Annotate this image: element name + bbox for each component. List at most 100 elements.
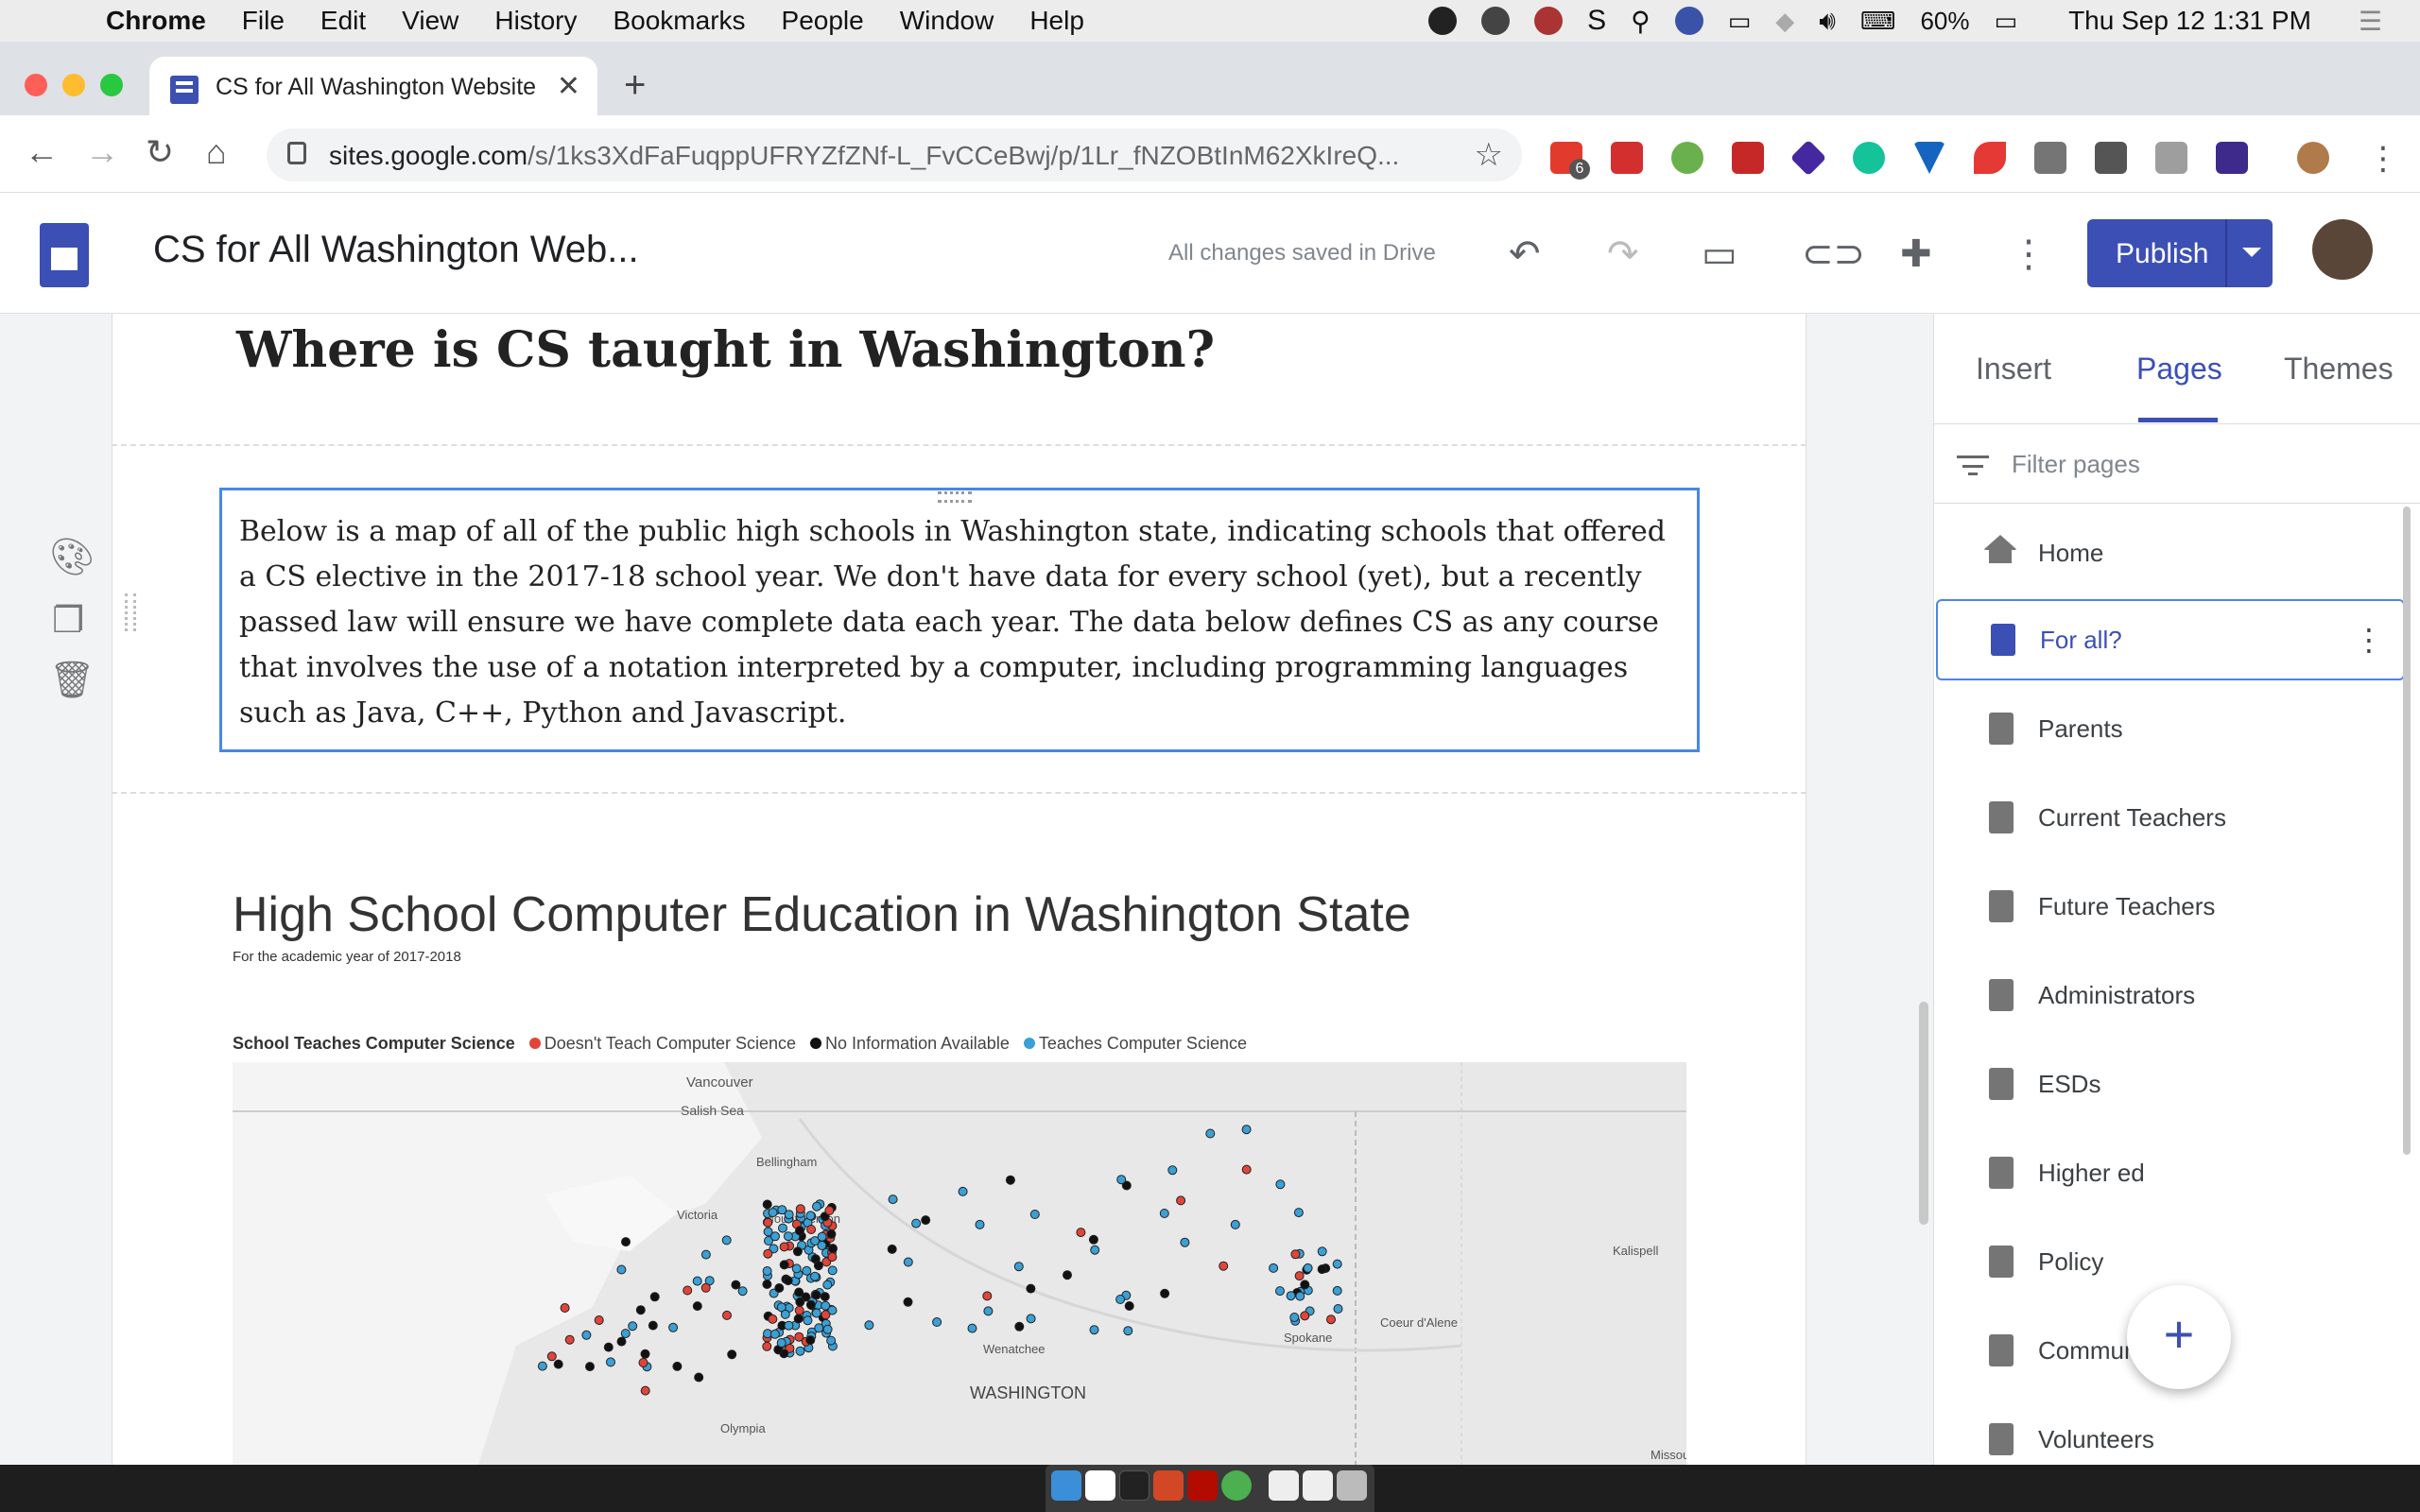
school-marker[interactable]: [762, 1341, 772, 1351]
school-marker[interactable]: [546, 1351, 557, 1362]
grammarly-icon[interactable]: [1853, 142, 1885, 174]
school-marker[interactable]: [1286, 1291, 1296, 1301]
school-marker[interactable]: [672, 1361, 683, 1371]
link-icon[interactable]: ⊂⊃: [1802, 232, 1865, 276]
school-marker[interactable]: [1088, 1234, 1098, 1245]
school-marker[interactable]: [822, 1280, 833, 1290]
school-marker[interactable]: [1029, 1210, 1040, 1219]
new-tab-button[interactable]: +: [624, 64, 646, 107]
school-marker[interactable]: [784, 1210, 794, 1220]
tab-themes[interactable]: Themes: [2284, 352, 2394, 387]
battery-icon[interactable]: ▭: [1994, 7, 2017, 36]
school-marker[interactable]: [806, 1225, 817, 1234]
volume-icon[interactable]: 🔊︎: [1819, 6, 1836, 37]
zoom-window-icon[interactable]: [100, 74, 123, 96]
status-s-icon[interactable]: S: [1587, 5, 1606, 37]
chrome-menu-icon[interactable]: ⋮: [2367, 140, 2399, 178]
school-marker[interactable]: [813, 1261, 823, 1271]
menu-file[interactable]: File: [242, 6, 285, 36]
school-marker[interactable]: [1076, 1228, 1086, 1238]
menu-help[interactable]: Help: [1029, 6, 1084, 36]
school-marker[interactable]: [762, 1266, 772, 1276]
finder-icon[interactable]: [1051, 1470, 1081, 1501]
site-title[interactable]: CS for All Washington Web...: [153, 229, 639, 271]
school-marker[interactable]: [640, 1349, 650, 1359]
school-marker[interactable]: [1295, 1291, 1305, 1301]
school-marker[interactable]: [1303, 1263, 1313, 1273]
camera-icon[interactable]: [2155, 142, 2187, 174]
school-marker[interactable]: [1333, 1304, 1343, 1314]
school-marker[interactable]: [620, 1329, 631, 1339]
school-marker[interactable]: [795, 1297, 805, 1307]
school-marker[interactable]: [967, 1323, 977, 1333]
user-avatar[interactable]: [2312, 219, 2373, 280]
menu-history[interactable]: History: [494, 6, 577, 36]
school-marker[interactable]: [694, 1372, 704, 1383]
school-marker[interactable]: [1005, 1175, 1015, 1185]
page-heading[interactable]: Where is CS taught in Washington?: [236, 321, 1215, 379]
school-marker[interactable]: [585, 1362, 595, 1372]
school-marker[interactable]: [932, 1317, 942, 1327]
url-text[interactable]: sites.google.com/s/1ks3XdFaFuqppUFRYZfZN…: [329, 141, 1399, 171]
school-marker[interactable]: [1176, 1195, 1186, 1206]
home-icon[interactable]: ⌂: [206, 132, 227, 172]
add-page-button[interactable]: +: [2127, 1285, 2231, 1389]
school-marker[interactable]: [805, 1299, 816, 1310]
school-marker[interactable]: [1300, 1311, 1310, 1321]
school-marker[interactable]: [769, 1329, 780, 1339]
school-marker[interactable]: [793, 1314, 804, 1324]
school-marker[interactable]: [975, 1219, 985, 1229]
school-marker[interactable]: [958, 1186, 968, 1196]
school-marker[interactable]: [778, 1223, 787, 1233]
menu-view[interactable]: View: [402, 6, 458, 36]
school-marker[interactable]: [668, 1322, 679, 1332]
school-marker[interactable]: [581, 1330, 592, 1340]
school-marker[interactable]: [1089, 1325, 1099, 1335]
school-marker[interactable]: [1026, 1283, 1036, 1294]
school-marker[interactable]: [795, 1346, 805, 1356]
preview-devices-icon[interactable]: ▭: [1702, 232, 1737, 276]
school-marker[interactable]: [921, 1215, 931, 1226]
school-marker[interactable]: [903, 1297, 913, 1307]
school-marker[interactable]: [762, 1280, 772, 1289]
school-marker[interactable]: [827, 1305, 838, 1315]
publish-button[interactable]: Publish: [2087, 219, 2273, 287]
school-marker[interactable]: [762, 1199, 772, 1210]
extension-icon[interactable]: [1611, 142, 1643, 174]
extension-icon[interactable]: [1671, 142, 1703, 174]
pages-scrollbar[interactable]: [2403, 507, 2411, 1155]
extension-icon[interactable]: [2095, 142, 2127, 174]
school-marker[interactable]: [1167, 1165, 1178, 1176]
school-marker[interactable]: [982, 1291, 993, 1301]
page-item-administrators[interactable]: Administrators: [1934, 954, 2407, 1036]
school-marker[interactable]: [1317, 1246, 1327, 1257]
school-marker[interactable]: [638, 1358, 648, 1367]
page-item-parents[interactable]: Parents: [1934, 688, 2407, 769]
school-marker[interactable]: [811, 1290, 821, 1300]
school-marker[interactable]: [1026, 1314, 1036, 1324]
school-marker[interactable]: [888, 1194, 898, 1205]
school-marker[interactable]: [606, 1357, 615, 1367]
school-marker[interactable]: [640, 1385, 650, 1396]
school-marker[interactable]: [827, 1265, 838, 1276]
school-marker[interactable]: [795, 1204, 805, 1214]
school-marker[interactable]: [628, 1321, 638, 1332]
extension-icon[interactable]: [1732, 142, 1764, 174]
school-marker[interactable]: [768, 1208, 778, 1218]
school-marker[interactable]: [803, 1315, 813, 1326]
tab-insert[interactable]: Insert: [1976, 352, 2051, 387]
school-marker[interactable]: [1090, 1245, 1100, 1255]
school-marker[interactable]: [1289, 1313, 1300, 1322]
school-marker[interactable]: [784, 1320, 794, 1331]
school-marker[interactable]: [1275, 1179, 1286, 1190]
publish-dropdown-icon[interactable]: [2242, 248, 2261, 257]
school-marker[interactable]: [774, 1283, 785, 1293]
page-item-higher-ed[interactable]: Higher ed: [1934, 1132, 2407, 1213]
trash-icon[interactable]: [1337, 1470, 1367, 1501]
google-sites-logo-icon[interactable]: [40, 223, 89, 287]
school-marker[interactable]: [1123, 1326, 1133, 1336]
school-marker[interactable]: [1294, 1271, 1305, 1281]
school-marker[interactable]: [792, 1246, 803, 1257]
school-marker[interactable]: [887, 1244, 897, 1254]
school-marker[interactable]: [810, 1271, 820, 1281]
